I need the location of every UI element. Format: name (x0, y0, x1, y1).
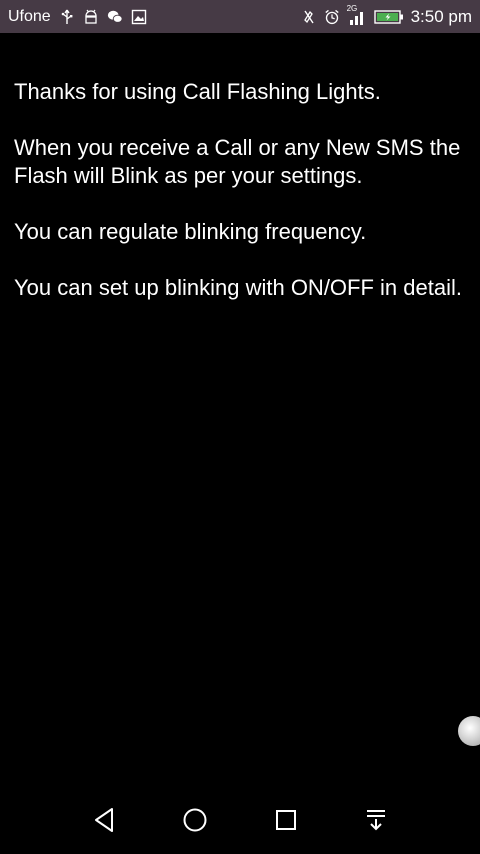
recents-icon (274, 808, 298, 837)
intro-paragraph: Thanks for using Call Flashing Lights. (14, 79, 381, 104)
back-button[interactable] (84, 802, 124, 842)
home-button[interactable] (175, 802, 215, 842)
network-type-label: 2G (346, 3, 358, 13)
android-debug-icon (83, 9, 99, 25)
notification-pull-button[interactable] (356, 802, 396, 842)
carrier-name: Ufone (8, 7, 51, 25)
floating-assist-button[interactable] (458, 716, 480, 746)
battery-icon (373, 9, 404, 25)
clock-time: 3:50 pm (410, 6, 472, 26)
back-icon (92, 807, 116, 838)
info-content: Thanks for using Call Flashing Lights. W… (14, 78, 466, 330)
status-right: 2G 3:50 pm (301, 3, 472, 27)
wechat-icon (107, 9, 123, 25)
vibrate-icon (301, 9, 317, 25)
recents-button[interactable] (266, 802, 306, 842)
status-bar: Ufone 2G 3:50 pm (0, 0, 480, 33)
alarm-icon (324, 9, 340, 25)
call-sms-paragraph: When you receive a Call or any New SMS t… (14, 135, 461, 188)
on-off-paragraph: You can set up blinking with ON/OFF in d… (14, 275, 462, 300)
notification-pull-icon (365, 808, 387, 837)
status-left: Ufone (8, 8, 147, 26)
signal-icon: 2G (346, 3, 367, 26)
frequency-paragraph: You can regulate blinking frequency. (14, 219, 367, 244)
navigation-bar (0, 792, 480, 854)
usb-icon (59, 9, 75, 25)
home-icon (182, 807, 208, 838)
image-icon (131, 9, 147, 25)
